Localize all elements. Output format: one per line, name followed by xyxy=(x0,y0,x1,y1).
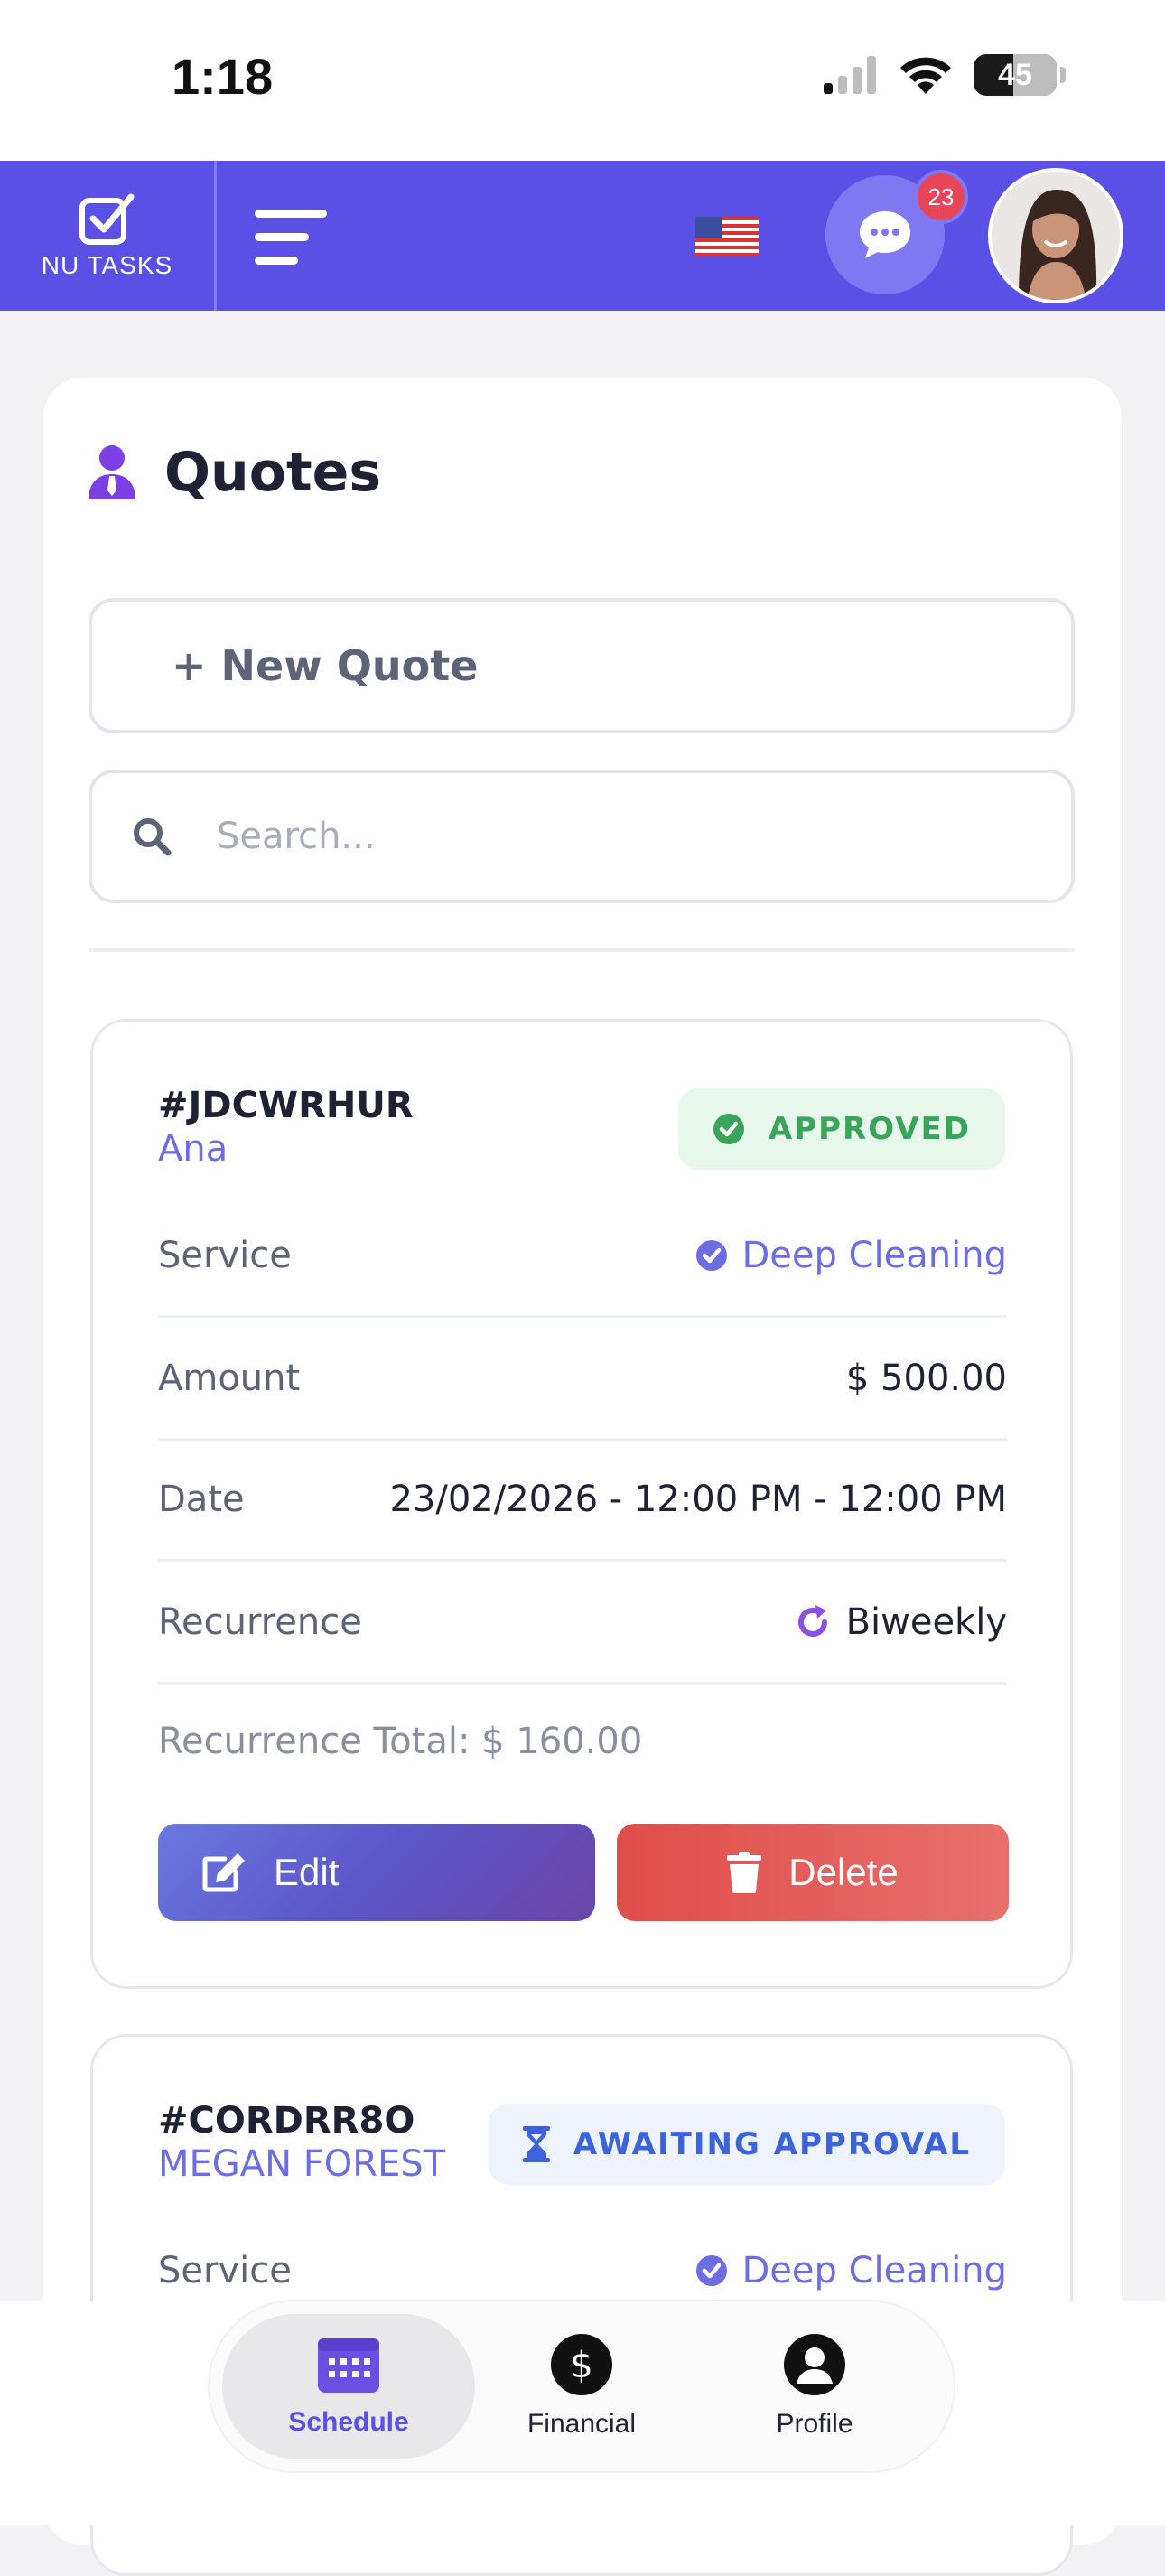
quote-card: #JDCWRHUR Ana APPROVED Service Deep Clea… xyxy=(90,1019,1073,1989)
bottom-navigation: Schedule $ Financial Profile xyxy=(0,2301,1165,2525)
delete-label: Delete xyxy=(788,1851,899,1893)
chat-notification-badge: 23 xyxy=(914,170,968,224)
search-icon xyxy=(134,818,172,856)
quote-id: #JDCWRHUR xyxy=(158,1085,414,1126)
dollar-icon: $ xyxy=(551,2334,612,2395)
nav-label: Profile xyxy=(776,2409,853,2439)
logo-text: NU TASKS xyxy=(41,251,173,279)
checkbox-logo-icon xyxy=(79,193,134,245)
search-input[interactable] xyxy=(217,816,984,857)
amount-value: $ 500.00 xyxy=(845,1357,1007,1399)
service-row: Service Deep Cleaning xyxy=(158,1195,1007,1318)
check-circle-icon xyxy=(713,1114,744,1144)
battery-level: 45 xyxy=(998,57,1032,92)
recurrence-value: Biweekly xyxy=(794,1601,1007,1643)
check-circle-icon xyxy=(695,2254,727,2286)
bottom-nav-pill: Schedule $ Financial Profile xyxy=(210,2301,954,2471)
status-text: AWAITING APPROVAL xyxy=(573,2126,971,2162)
trash-icon xyxy=(727,1852,762,1893)
user-avatar[interactable] xyxy=(988,168,1123,303)
amount-label: Amount xyxy=(158,1357,301,1399)
battery-icon: 45 xyxy=(974,54,1066,96)
status-time: 1:18 xyxy=(172,48,274,105)
service-name: Deep Cleaning xyxy=(741,2249,1008,2291)
amount-row: Amount $ 500.00 xyxy=(158,1318,1007,1441)
calendar-icon xyxy=(318,2338,379,2393)
nav-item-financial[interactable]: $ Financial xyxy=(455,2314,708,2459)
recurrence-name: Biweekly xyxy=(845,1601,1007,1643)
menu-icon[interactable] xyxy=(255,208,327,267)
nav-item-profile[interactable]: Profile xyxy=(688,2314,941,2459)
edit-label: Edit xyxy=(274,1851,340,1893)
avatar-image xyxy=(992,172,1120,300)
quotes-panel: Quotes + New Quote #JDCWRHUR Ana APPROVE… xyxy=(43,378,1122,2576)
quote-id: #CORDRR8O xyxy=(158,2100,415,2142)
hourglass-icon xyxy=(522,2126,550,2162)
nav-label: Financial xyxy=(527,2409,637,2439)
app-bar: NU TASKS 23 xyxy=(0,161,1165,311)
app-logo[interactable]: NU TASKS xyxy=(0,161,217,311)
system-icons: 45 xyxy=(824,54,1066,96)
chat-bubble-icon xyxy=(860,211,910,258)
new-quote-button[interactable]: + New Quote xyxy=(89,598,1075,733)
recurrence-total: Recurrence Total: $ 160.00 xyxy=(158,1721,643,1762)
service-label: Service xyxy=(158,1234,292,1276)
status-text: APPROVED xyxy=(768,1111,971,1147)
wifi-icon xyxy=(900,57,951,94)
date-value: 23/02/2026 - 12:00 PM - 12:00 PM xyxy=(389,1478,1007,1520)
search-box[interactable] xyxy=(89,770,1075,903)
status-badge: AWAITING APPROVAL xyxy=(488,2104,1005,2185)
check-circle-icon xyxy=(695,1239,727,1271)
page-header: Quotes xyxy=(87,441,381,504)
user-tie-icon xyxy=(89,445,135,499)
service-value: Deep Cleaning xyxy=(695,2249,1008,2291)
delete-button[interactable]: Delete xyxy=(617,1824,1009,1921)
page-title: Quotes xyxy=(164,441,382,504)
recurrence-row: Recurrence Biweekly xyxy=(158,1562,1007,1685)
user-icon xyxy=(784,2334,845,2395)
service-value: Deep Cleaning xyxy=(695,1234,1008,1276)
date-label: Date xyxy=(158,1478,245,1520)
divider xyxy=(89,948,1075,952)
quote-client[interactable]: MEGAN FOREST xyxy=(158,2143,445,2185)
us-flag-icon[interactable] xyxy=(695,217,759,257)
nav-item-schedule[interactable]: Schedule xyxy=(222,2314,475,2459)
nav-label: Schedule xyxy=(288,2407,409,2437)
status-bar: 1:18 45 xyxy=(0,0,1165,161)
quote-client[interactable]: Ana xyxy=(158,1128,228,1170)
status-badge: APPROVED xyxy=(677,1088,1005,1170)
date-row: Date 23/02/2026 - 12:00 PM - 12:00 PM xyxy=(158,1439,1007,1562)
recurrence-label: Recurrence xyxy=(158,1601,362,1643)
service-name: Deep Cleaning xyxy=(741,1234,1008,1276)
service-label: Service xyxy=(158,2249,292,2291)
refresh-icon xyxy=(797,1604,827,1637)
svg-text:$: $ xyxy=(570,2345,592,2386)
edit-icon xyxy=(202,1853,245,1892)
edit-button[interactable]: Edit xyxy=(158,1824,595,1921)
cellular-signal-icon xyxy=(824,56,876,94)
